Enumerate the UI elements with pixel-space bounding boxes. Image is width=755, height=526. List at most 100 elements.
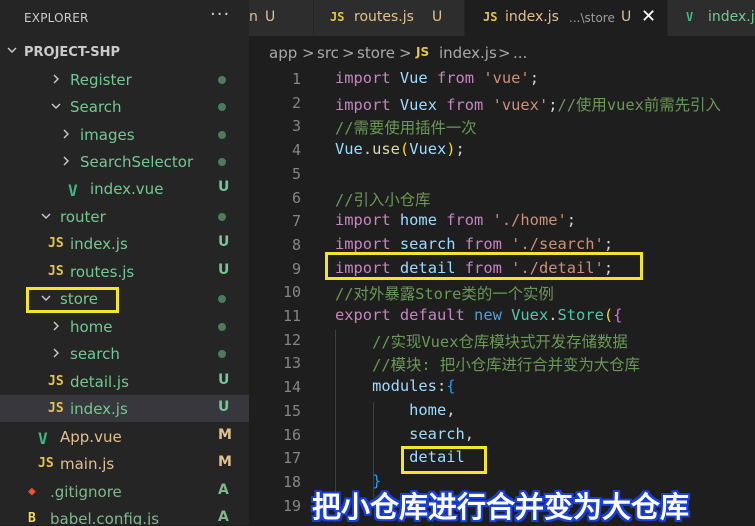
tab-label: routes.js <box>354 9 414 25</box>
status-dot <box>218 103 226 111</box>
status-badge: U <box>218 399 230 415</box>
line-number: 10 <box>282 283 301 302</box>
code-text: import Vue from 'vue'; <box>335 69 539 87</box>
tree-item[interactable]: JS index.js U <box>0 230 249 257</box>
line-number: 14 <box>282 378 301 397</box>
tree-item[interactable]: Vindex.vue U <box>0 175 249 202</box>
more-actions-icon[interactable]: ··· <box>210 4 230 25</box>
chevron-right-icon <box>63 129 69 139</box>
status-dot <box>218 213 226 221</box>
tab-store-index-js[interactable]: JS index.js ...\store U ✕ <box>465 0 668 36</box>
explorer-header: EXPLORER ··· <box>0 0 249 36</box>
code-text: modules:{ <box>372 377 456 396</box>
tree-item-label: index.js <box>70 400 128 418</box>
code-line: 15 home, <box>249 399 755 423</box>
project-root[interactable]: PROJECT-SHP <box>0 42 249 64</box>
tree-item-label: images <box>80 126 135 144</box>
breadcrumb-store[interactable]: store <box>357 44 395 62</box>
js-file-icon: JS <box>48 374 64 389</box>
code-line: 5 <box>249 162 755 186</box>
js-file-icon: JS <box>48 236 64 251</box>
tree-item[interactable]: JS routes.js U <box>0 258 249 285</box>
code-editor[interactable]: 1 import Vue from 'vue'; 2 import Vuex from… <box>249 66 755 525</box>
tree-item[interactable]: search <box>0 340 249 367</box>
tree-item[interactable]: router <box>0 203 249 230</box>
vue-file-icon: V <box>38 429 48 448</box>
line-number: 6 <box>291 188 301 207</box>
tab-status: U <box>432 9 443 25</box>
code-line: 7 import home from './home'; <box>249 209 755 233</box>
tree-item-label: index.js <box>70 235 128 253</box>
tree-item[interactable]: Bbabel.config.js A <box>0 505 249 525</box>
chevron-down-icon <box>51 103 61 109</box>
code-line: 4 Vue.use(Vuex); <box>249 138 755 162</box>
explorer-title: EXPLORER <box>24 11 89 25</box>
line-number: 1 <box>291 70 301 88</box>
status-dot <box>218 350 226 358</box>
status-dot <box>218 323 226 331</box>
tab-label: index.js <box>505 9 559 25</box>
line-number: 15 <box>282 401 301 420</box>
overlay-caption: 把小仓库进行合并变为大仓库 <box>312 490 690 524</box>
tab-routes-js[interactable]: JS routes.js U <box>314 0 465 36</box>
line-number: 16 <box>282 425 301 444</box>
vue-file-icon: V <box>68 181 78 200</box>
code-text: home, <box>409 400 456 419</box>
git-file-icon: ◆ <box>28 484 36 499</box>
code-line: 16 search, <box>249 423 755 447</box>
tree-item[interactable]: ◆ .gitignore A <box>0 478 249 505</box>
breadcrumb-separator: > <box>302 44 315 62</box>
tree-item[interactable]: V App.vue M <box>0 423 249 450</box>
code-text: //模块: 把小仓库进行合并变为大仓库 <box>372 356 641 375</box>
tab-index-vue[interactable]: V index.js <box>668 0 755 36</box>
code-line: 10 //对外暴露Store类的一个实例 <box>249 280 755 304</box>
breadcrumb: app > src > store > JS index.js > ... <box>249 36 755 66</box>
tree-item[interactable]: SearchSelector <box>0 148 249 175</box>
babel-file-icon: B <box>28 511 36 525</box>
tree-item[interactable]: Search <box>0 93 249 120</box>
line-number: 4 <box>291 141 301 160</box>
tree-item[interactable]: images <box>0 121 249 148</box>
status-dot <box>218 131 226 139</box>
breadcrumb-src[interactable]: src <box>317 44 339 62</box>
breadcrumb-separator: > <box>399 44 412 62</box>
modules-detail-highlight <box>401 446 487 474</box>
chevron-right-icon <box>53 321 59 331</box>
code-text: //引入小仓库 <box>335 190 431 209</box>
tree-item[interactable]: JS main.js M <box>0 450 249 477</box>
project-name: PROJECT-SHP <box>24 45 120 60</box>
tree-item[interactable]: home <box>0 313 249 340</box>
line-number: 3 <box>291 117 301 136</box>
editor-tabbar: n U JS routes.js U JS index.js ...\store… <box>249 0 755 36</box>
tab-hidden[interactable]: n U <box>249 0 314 36</box>
code-line: 12 //实现Vuex仓库模块式开发存储数据 <box>249 328 755 352</box>
status-badge: U <box>218 234 230 250</box>
status-dot <box>218 76 226 84</box>
close-icon[interactable]: ✕ <box>641 6 656 27</box>
line-number: 5 <box>291 164 301 183</box>
code-line: 11 export default new Vuex.Store({ <box>249 304 755 328</box>
tree-item-label: babel.config.js <box>50 510 160 525</box>
code-line: 14 modules:{ <box>249 375 755 399</box>
code-text: import search from './search'; <box>335 234 614 253</box>
tree-item[interactable]: JS detail.js U <box>0 368 249 395</box>
js-file-icon: JS <box>483 10 498 24</box>
status-badge: M <box>218 427 232 443</box>
code-text: Vue.use(Vuex); <box>335 140 465 159</box>
tree-item-label: index.vue <box>90 180 164 198</box>
status-badge: A <box>218 482 229 498</box>
line-number: 11 <box>282 307 301 325</box>
js-file-icon: JS <box>48 264 64 279</box>
tree-item[interactable]: JS index.js U <box>0 395 249 422</box>
breadcrumb-file[interactable]: index.js <box>439 44 497 62</box>
line-number: 18 <box>282 472 301 491</box>
line-number: 2 <box>291 93 301 112</box>
line-number: 8 <box>291 235 301 254</box>
tree-item[interactable]: Register <box>0 66 249 93</box>
breadcrumb-separator: > <box>342 44 355 62</box>
tree-item-label: Register <box>70 71 132 89</box>
breadcrumb-app[interactable]: app <box>269 44 297 62</box>
code-text: import Vuex from 'vuex';//使用vuex前需先引入 <box>335 95 721 114</box>
line-number: 19 <box>282 496 301 515</box>
breadcrumb-symbol[interactable]: ... <box>513 44 527 62</box>
